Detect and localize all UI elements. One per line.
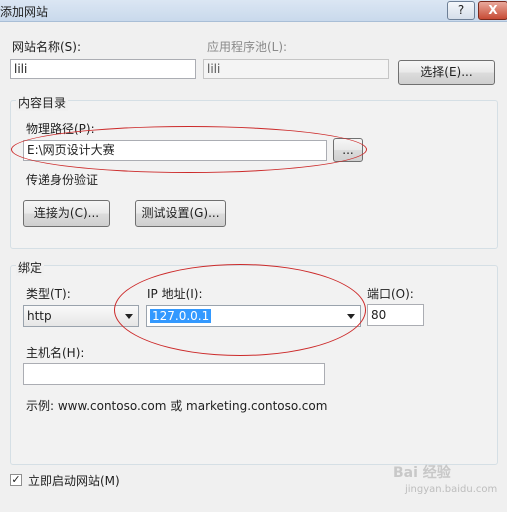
connect-as-button[interactable]: 连接为(C)... bbox=[23, 200, 110, 227]
watermark-logo: Bai 经验 bbox=[393, 465, 451, 481]
type-value: http bbox=[27, 309, 52, 323]
physical-path-label: 物理路径(P): bbox=[26, 122, 95, 136]
start-website-checkbox[interactable]: ✓ bbox=[10, 474, 22, 486]
ip-dropdown-arrow-icon[interactable] bbox=[347, 314, 355, 319]
pass-through-auth-label: 传递身份验证 bbox=[26, 173, 99, 187]
physical-path-input[interactable]: E:\网页设计大赛 bbox=[23, 140, 327, 161]
ip-address-combobox[interactable]: 127.0.0.1 bbox=[146, 305, 361, 327]
type-select[interactable]: http bbox=[23, 305, 139, 327]
ip-address-label: IP 地址(I): bbox=[147, 287, 203, 301]
type-dropdown-arrow-icon[interactable] bbox=[125, 314, 133, 319]
help-button[interactable]: ? bbox=[447, 1, 475, 20]
host-name-label: 主机名(H): bbox=[26, 346, 85, 360]
site-name-input[interactable]: lili bbox=[10, 59, 196, 79]
browse-button[interactable]: ... bbox=[333, 138, 363, 162]
title-bar bbox=[0, 0, 507, 22]
close-button[interactable]: X bbox=[478, 1, 507, 20]
port-input[interactable]: 80 bbox=[367, 304, 424, 326]
type-label: 类型(T): bbox=[26, 287, 71, 301]
test-settings-button[interactable]: 测试设置(G)... bbox=[135, 200, 226, 227]
window-title: 添加网站 bbox=[0, 5, 49, 19]
ip-address-value: 127.0.0.1 bbox=[150, 309, 212, 323]
host-name-input[interactable] bbox=[23, 363, 325, 385]
binding-label: 绑定 bbox=[16, 259, 45, 276]
app-pool-input: lili bbox=[203, 59, 389, 79]
content-directory-label: 内容目录 bbox=[16, 94, 69, 111]
watermark-url: jingyan.baidu.com bbox=[405, 484, 498, 495]
port-label: 端口(O): bbox=[367, 287, 414, 301]
app-pool-label: 应用程序池(L): bbox=[207, 40, 288, 54]
start-website-label: 立即启动网站(M) bbox=[28, 474, 120, 488]
example-text: 示例: www.contoso.com 或 marketing.contoso.… bbox=[26, 399, 328, 413]
select-pool-button[interactable]: 选择(E)... bbox=[398, 60, 495, 85]
site-name-label: 网站名称(S): bbox=[12, 40, 82, 54]
